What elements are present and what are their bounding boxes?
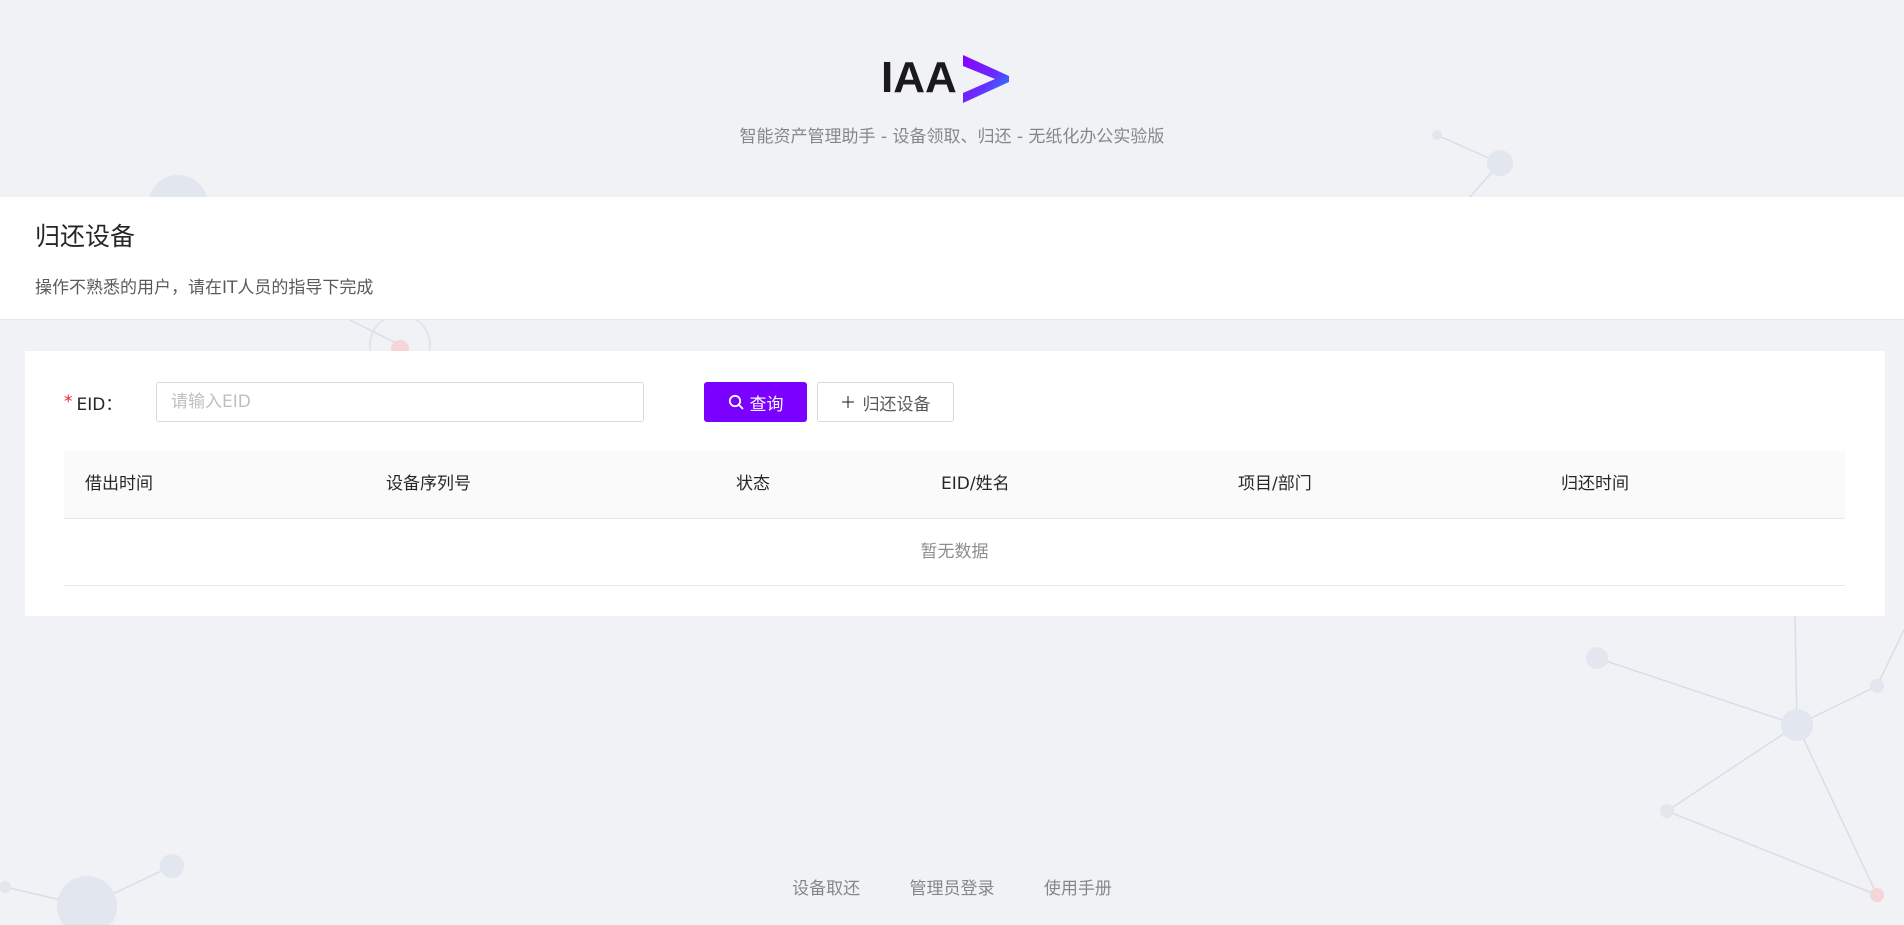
- column-header-serial-number: 设备序列号: [386, 474, 471, 494]
- column-header-status: 状态: [736, 474, 770, 494]
- column-header-eid-name: EID/姓名: [941, 474, 1010, 494]
- return-device-button-label: 归还设备: [862, 394, 931, 415]
- search-form: * EID： 查询 归还设备: [64, 381, 954, 423]
- page-header: 归还设备 操作不熟悉的用户，请在IT人员的指导下完成: [0, 197, 1904, 320]
- page: IAA 智能资产管理助手 - 设备领取、归还 - 无纸化办公实验版 归还设备 操…: [0, 0, 1904, 925]
- eid-label: * EID：: [64, 390, 156, 415]
- eid-label-text: EID：: [76, 394, 123, 415]
- records-table: 借出时间 设备序列号 状态 EID/姓名 项目/部门 归还时间 暂无数据: [64, 451, 1845, 586]
- logo-text: IAA: [881, 53, 957, 102]
- query-button[interactable]: 查询: [704, 382, 807, 422]
- page-description: 操作不熟悉的用户，请在IT人员的指导下完成: [35, 278, 374, 298]
- chevron-right-logo-icon: [962, 55, 1009, 103]
- table-header: 借出时间 设备序列号 状态 EID/姓名 项目/部门 归还时间: [64, 451, 1845, 519]
- page-title: 归还设备: [35, 222, 136, 251]
- app-header: IAA 智能资产管理助手 - 设备领取、归还 - 无纸化办公实验版: [0, 0, 1904, 197]
- column-header-borrow-time: 借出时间: [85, 474, 153, 494]
- search-icon: [728, 394, 743, 410]
- footer-link-user-manual[interactable]: 使用手册: [1044, 879, 1112, 899]
- return-device-button[interactable]: 归还设备: [817, 382, 954, 422]
- app-logo[interactable]: IAA: [881, 50, 1011, 106]
- footer-link-admin-login[interactable]: 管理员登录: [910, 879, 995, 899]
- table-empty-placeholder: 暂无数据: [64, 519, 1845, 586]
- column-header-project-department: 项目/部门: [1238, 474, 1312, 494]
- footer: 设备取还 管理员登录 使用手册: [0, 874, 1904, 899]
- required-mark: *: [64, 392, 73, 412]
- app-subtitle: 智能资产管理助手 - 设备领取、归还 - 无纸化办公实验版: [739, 127, 1165, 147]
- footer-link-device-pickup-return[interactable]: 设备取还: [792, 879, 860, 899]
- plus-icon: [841, 396, 854, 408]
- return-device-card: * EID： 查询 归还设备 借出时间: [25, 351, 1885, 616]
- query-button-label: 查询: [749, 394, 784, 415]
- eid-input[interactable]: [156, 382, 644, 422]
- column-header-return-time: 归还时间: [1561, 474, 1629, 494]
